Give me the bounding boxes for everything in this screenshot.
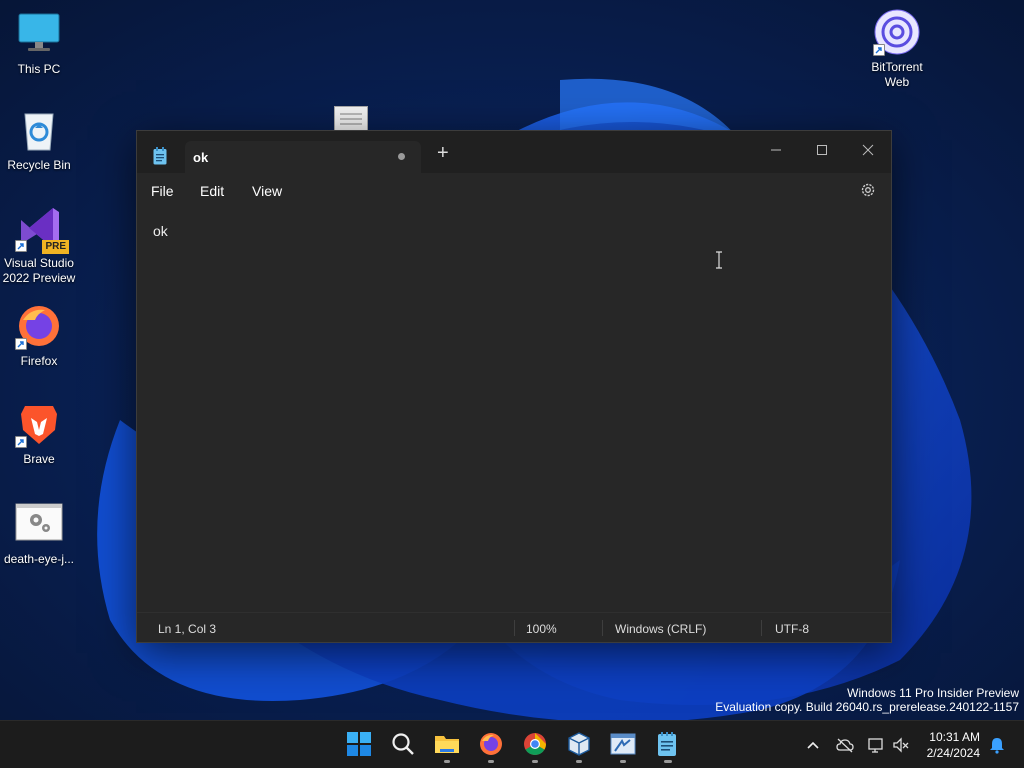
- line-ending: Windows (CRLF): [615, 622, 707, 636]
- bell-icon: [990, 738, 1004, 754]
- encoding: UTF-8: [775, 622, 809, 636]
- status-divider: [761, 620, 762, 636]
- shortcut-arrow-icon: [15, 338, 27, 350]
- text-editor-area[interactable]: ok: [137, 207, 891, 611]
- running-indicator: [664, 760, 672, 763]
- document-icon[interactable]: [334, 106, 368, 132]
- bittorrent-icon: [873, 8, 921, 56]
- search-icon: [392, 733, 414, 755]
- desktop-icon-label: Visual Studio 2022 Preview: [2, 256, 76, 285]
- evaluation-watermark: Windows 11 Pro Insider Preview Evaluatio…: [715, 686, 1019, 714]
- text-cursor-ibeam-icon: [716, 251, 722, 269]
- tab-title: ok: [193, 150, 209, 165]
- settings-file-icon: [15, 500, 63, 548]
- running-indicator: [576, 760, 582, 763]
- zoom-level: 100%: [526, 622, 557, 636]
- desktop-icon-label: BitTorrent Web: [871, 60, 923, 89]
- desktop-icon-label: This PC: [17, 62, 61, 76]
- brave-lion-icon: [15, 400, 63, 448]
- firefox-icon: [480, 733, 502, 755]
- notepad-window[interactable]: ok + File Edit View ok Ln 1, Col 3 100% …: [136, 130, 892, 643]
- shortcut-arrow-icon: [15, 436, 27, 448]
- clock-time: 10:31 AM: [929, 730, 980, 744]
- notifications-button[interactable]: [988, 736, 1006, 754]
- close-button[interactable]: [845, 135, 891, 165]
- running-indicator: [620, 760, 626, 763]
- menu-view[interactable]: View: [252, 183, 282, 199]
- notepad-icon: [658, 732, 676, 756]
- watermark-line-2: Evaluation copy. Build 26040.rs_prerelea…: [715, 700, 1019, 714]
- desktop-icon-label: Firefox: [20, 354, 58, 368]
- running-indicator: [532, 760, 538, 763]
- shortcut-arrow-icon: [873, 44, 885, 56]
- unsaved-indicator-dot[interactable]: [398, 153, 405, 160]
- firefox-icon: [15, 302, 63, 350]
- desktop-icon-brave[interactable]: Brave: [0, 400, 78, 467]
- minimize-button[interactable]: [753, 135, 799, 165]
- network-tray-button[interactable]: [868, 736, 886, 754]
- status-bar: Ln 1, Col 3 100% Windows (CRLF) UTF-8: [137, 612, 891, 642]
- desktop-icon-bittorrent[interactable]: BitTorrent Web: [858, 8, 936, 90]
- control-panel-icon: [610, 733, 636, 755]
- clock-date: 2/24/2024: [926, 746, 980, 760]
- start-button[interactable]: [346, 731, 372, 757]
- desktop-icon-death-eye[interactable]: death-eye-j...: [0, 500, 78, 567]
- editor-content: ok: [153, 223, 168, 239]
- shortcut-arrow-icon: [15, 240, 27, 252]
- clock[interactable]: 10:31 AM 2/24/2024: [927, 729, 980, 761]
- file-explorer-button[interactable]: [434, 731, 460, 757]
- notepad-taskbar-button[interactable]: [654, 731, 680, 757]
- maximize-button[interactable]: [799, 135, 845, 165]
- menu-edit[interactable]: Edit: [200, 183, 224, 199]
- new-tab-button[interactable]: +: [437, 143, 449, 163]
- notepad-app-icon: [153, 147, 167, 165]
- maximize-icon: [817, 145, 827, 155]
- desktop-icon-recycle-bin[interactable]: Recycle Bin: [0, 106, 78, 173]
- search-button[interactable]: [390, 731, 416, 757]
- desktop-icon-visual-studio[interactable]: PRE Visual Studio 2022 Preview: [0, 204, 78, 286]
- watermark-line-1: Windows 11 Pro Insider Preview: [847, 686, 1019, 700]
- onedrive-tray-button[interactable]: [836, 736, 854, 754]
- show-hidden-icons-button[interactable]: [804, 736, 822, 754]
- cursor-position: Ln 1, Col 3: [158, 622, 217, 636]
- windows-logo-icon: [347, 732, 371, 756]
- menu-bar: File Edit View: [137, 173, 891, 207]
- settings-gear-icon[interactable]: [859, 181, 877, 199]
- pre-badge: PRE: [42, 240, 69, 254]
- folder-icon: [435, 736, 459, 753]
- document-tab[interactable]: ok: [185, 141, 421, 173]
- monitor-icon: [15, 10, 63, 58]
- close-icon: [862, 144, 874, 156]
- taskbar: 10:31 AM 2/24/2024: [0, 720, 1024, 768]
- running-indicator: [488, 760, 494, 763]
- desktop-icon-this-pc[interactable]: This PC: [0, 10, 78, 77]
- running-indicator: [444, 760, 450, 763]
- chrome-taskbar-button[interactable]: [522, 731, 548, 757]
- minimize-icon: [771, 149, 781, 151]
- chrome-icon: [524, 733, 546, 755]
- chevron-up-icon: [807, 741, 819, 749]
- desktop-icon-label: Brave: [23, 452, 55, 466]
- desktop-icon-label: Recycle Bin: [7, 158, 71, 172]
- settings-app-taskbar-button[interactable]: [610, 731, 636, 757]
- visual-studio-icon: PRE: [15, 204, 69, 254]
- recycle-bin-icon: [15, 106, 63, 154]
- firefox-taskbar-button[interactable]: [478, 731, 504, 757]
- desktop-icon-label: death-eye-j...: [3, 552, 75, 566]
- status-divider: [514, 620, 515, 636]
- title-bar[interactable]: ok +: [137, 131, 891, 173]
- virtualbox-taskbar-button[interactable]: [566, 731, 592, 757]
- virtualbox-cube-icon: [568, 732, 590, 756]
- volume-muted-icon: [893, 737, 909, 753]
- network-icon: [868, 738, 883, 753]
- volume-tray-button[interactable]: [892, 736, 910, 754]
- cloud-offline-icon: [836, 738, 854, 753]
- desktop-icon-firefox[interactable]: Firefox: [0, 302, 78, 369]
- status-divider: [602, 620, 603, 636]
- menu-file[interactable]: File: [151, 183, 174, 199]
